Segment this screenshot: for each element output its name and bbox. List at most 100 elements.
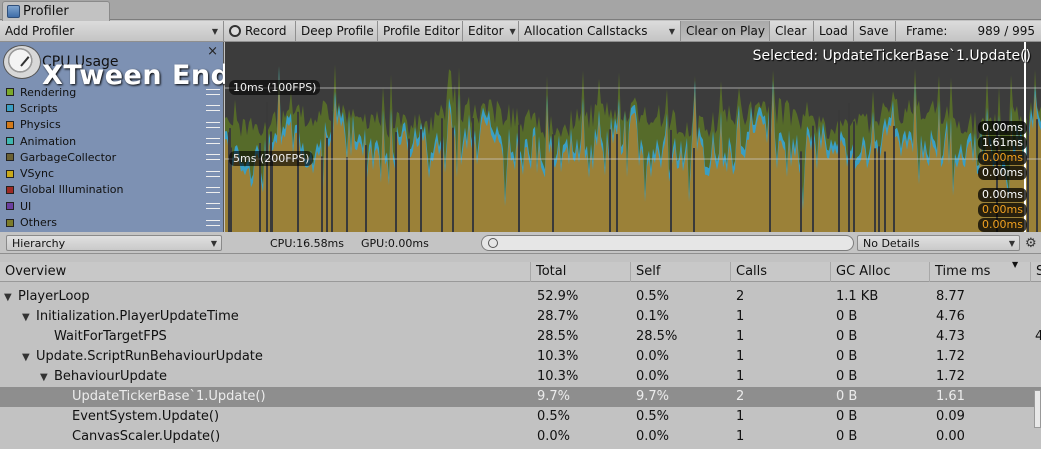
details-dropdown[interactable]: No Details ▼ [857,235,1020,251]
row-time-cell: 1.61 [936,389,965,404]
row-total-cell: 28.7% [537,309,579,324]
row-name-cell: UpdateTickerBase`1.Update() [58,387,266,407]
chart-gap [326,137,328,232]
column-calls[interactable]: Calls [730,262,830,282]
drag-handle-icon[interactable] [206,154,220,161]
legend-item[interactable]: UI [6,198,220,214]
drag-handle-icon[interactable] [206,121,220,128]
chart-gap [441,118,443,232]
legend-item[interactable]: GarbageCollector [6,149,220,165]
load-button[interactable]: Load [814,21,854,41]
table-row[interactable]: CanvasScaler.Update() 0.0% 0.0% 1 0 B 0.00 [0,427,1041,447]
legend-item[interactable]: Physics [6,117,220,133]
chevron-down-icon: ▼ [210,238,217,248]
table-row[interactable]: ▼ BehaviourUpdate 10.3% 0.0% 1 0 B 1.72 [0,367,1041,387]
record-label: Record [245,24,287,38]
gear-icon[interactable]: ⚙ [1025,236,1037,251]
legend-label: Physics [20,118,61,132]
row-gc-cell: 0 B [836,389,858,404]
legend-swatch[interactable] [6,137,14,146]
legend-label: Animation [20,134,77,148]
table-header: Overview Total Self Calls GC Alloc Time … [0,260,1041,282]
legend-item[interactable]: Others [6,214,220,230]
profiler-icon [7,5,20,18]
clear-on-play-toggle[interactable]: Clear on Play [681,21,770,41]
row-name: EventSystem.Update() [72,409,220,424]
drag-handle-icon[interactable] [206,170,220,177]
vertical-scrollbar[interactable] [1034,390,1041,428]
legend-swatch[interactable] [6,169,14,178]
search-input[interactable] [481,235,854,251]
drag-handle-icon[interactable] [206,219,220,226]
chart-gap [365,145,367,232]
column-gc-alloc[interactable]: GC Alloc [830,262,929,282]
record-button[interactable]: Record [224,21,296,41]
column-overview[interactable]: Overview [0,262,530,282]
row-self-cell: 0.0% [636,349,670,364]
profile-editor-button[interactable]: Profile Editor [378,21,463,41]
legend-swatch[interactable] [6,88,14,97]
details-label: No Details [863,236,920,250]
legend-swatch[interactable] [6,218,14,227]
cpu-gauge-icon [3,45,41,79]
drag-handle-icon[interactable] [206,186,220,193]
cpu-usage-chart[interactable]: Selected: UpdateTickerBase`1.Update() 10… [225,42,1041,232]
legend-swatch[interactable] [6,202,14,211]
view-mode-dropdown[interactable]: Hierarchy ▼ [6,235,222,251]
row-name-cell: ▼ BehaviourUpdate [40,367,167,388]
clear-label: Clear [775,24,807,38]
row-gc-cell: 0 B [836,309,858,324]
row-total-cell: 52.9% [537,289,579,304]
add-profiler-dropdown[interactable]: Add Profiler ▼ [0,21,224,41]
drag-handle-icon[interactable] [206,203,220,210]
column-self[interactable]: Self [630,262,730,282]
cpu-chart-svg [225,42,1041,232]
table-row[interactable]: WaitForTargetFPS 28.5% 28.5% 1 0 B 4.73 4 [0,327,1041,347]
legend-item[interactable]: Global Illumination [6,182,220,198]
row-gc-cell: 0 B [836,429,858,444]
legend-swatch[interactable] [6,120,14,129]
legend-label: VSync [20,167,55,181]
legend-item[interactable]: Animation [6,133,220,149]
table-row[interactable]: UpdateTickerBase`1.Update() 9.7% 9.7% 2 0 B 1… [0,387,1041,407]
table-row[interactable]: ▼ Initialization.PlayerUpdateTime 28.7% 0.1… [0,307,1041,327]
chart-gap [1036,119,1038,232]
legend-item[interactable]: VSync [6,165,220,181]
row-total-cell: 10.3% [537,369,579,384]
chart-gap [346,157,348,232]
drag-handle-icon[interactable] [206,138,220,145]
allocation-callstacks-dropdown[interactable]: Allocation Callstacks ▼ [519,21,681,41]
column-total[interactable]: Total [530,262,630,282]
row-self-cell: 28.5% [636,329,678,344]
editor-dropdown[interactable]: Editor ▼ [463,21,519,41]
table-row[interactable]: ▼ Update.ScriptRunBehaviourUpdate 10.3% 0.0… [0,347,1041,367]
sort-descending-icon: ▼ [1012,260,1019,269]
close-icon[interactable]: × [207,44,218,59]
deep-profile-button[interactable]: Deep Profile [296,21,378,41]
legend-item[interactable]: Scripts [6,100,220,116]
chart-gap [893,125,895,232]
clear-button[interactable]: Clear [770,21,814,41]
value-tag: 0.00ms [978,203,1027,217]
legend-swatch[interactable] [6,104,14,113]
clear-on-play-label: Clear on Play [686,24,765,38]
table-row[interactable]: EventSystem.Update() 0.5% 0.5% 1 0 B 0.09 [0,407,1041,427]
save-button[interactable]: Save [854,21,896,41]
legend-swatch[interactable] [6,185,14,194]
expand-toggle-icon[interactable]: ▼ [4,288,18,308]
row-total-cell: 0.5% [537,409,571,424]
selected-sample-label: Selected: UpdateTickerBase`1.Update() [752,48,1031,64]
expand-toggle-icon[interactable]: ▼ [22,308,36,328]
column-self-ms[interactable]: S [1030,262,1041,282]
tab-strip: Profiler [0,0,1041,21]
expand-toggle-icon[interactable]: ▼ [40,368,54,388]
tab-profiler[interactable]: Profiler [2,1,110,21]
chart-gap [331,111,333,232]
table-row[interactable]: ▼ PlayerLoop 52.9% 0.5% 2 1.1 KB 8.77 [0,287,1041,307]
row-calls-cell: 1 [736,349,745,364]
expand-toggle-icon[interactable]: ▼ [22,348,36,368]
drag-handle-icon[interactable] [206,105,220,112]
legend-swatch[interactable] [6,153,14,162]
row-gc-cell: 0 B [836,369,858,384]
row-self-cell: 0.1% [636,309,670,324]
